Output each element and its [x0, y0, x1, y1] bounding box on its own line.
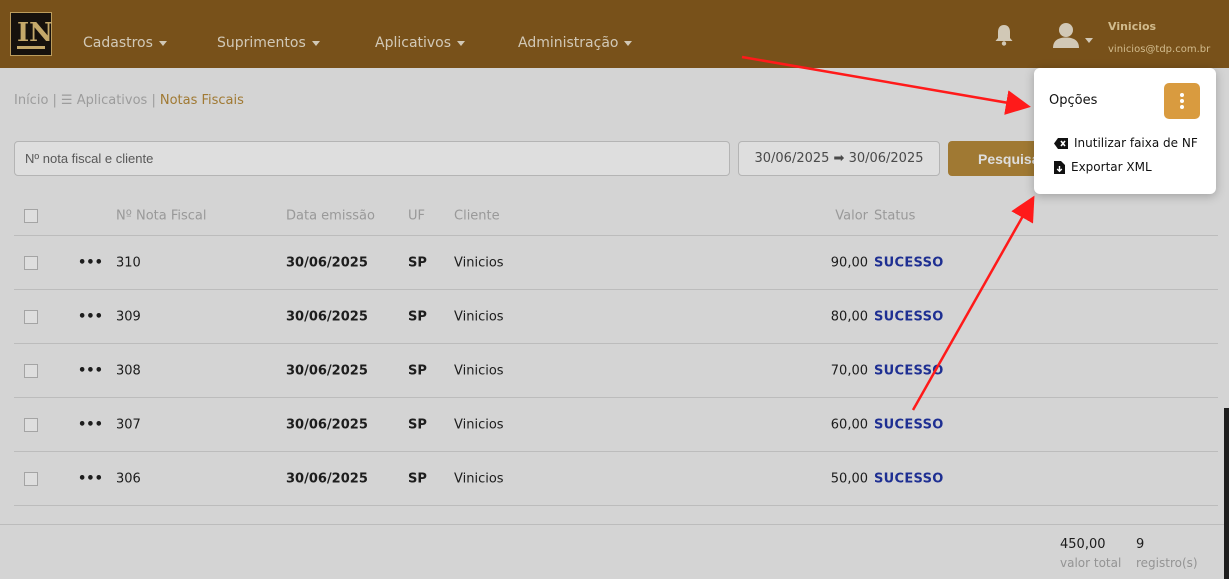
nav-item-suprimentos[interactable]: Suprimentos — [217, 35, 320, 51]
backspace-icon — [1054, 137, 1068, 149]
nav-item-label: Cadastros — [83, 35, 153, 51]
breadcrumb-apps[interactable]: ☰ Aplicativos | — [61, 93, 156, 108]
dropdown-title: Opções — [1049, 93, 1098, 108]
select-all-checkbox[interactable] — [24, 208, 38, 223]
row-menu-button[interactable]: ••• — [78, 471, 103, 486]
header-status[interactable]: Status — [874, 208, 915, 223]
file-download-icon — [1054, 160, 1065, 174]
cell-number: 310 — [116, 255, 141, 270]
nav-item-administracao[interactable]: Administração — [518, 35, 633, 51]
menu-item-label: Inutilizar faixa de NF — [1074, 136, 1198, 150]
status-badge: SUCESSO — [874, 417, 944, 432]
breadcrumb-home[interactable]: Início | — [14, 93, 57, 108]
cell-date: 30/06/2025 — [286, 255, 368, 270]
chevron-down-icon[interactable] — [1085, 38, 1093, 43]
chevron-down-icon — [158, 40, 167, 46]
kebab-dot — [1180, 105, 1184, 109]
menu-item-exportar-xml[interactable]: Exportar XML — [1054, 160, 1152, 174]
row-checkbox[interactable] — [24, 417, 38, 432]
bell-icon[interactable] — [994, 24, 1014, 46]
status-badge: SUCESSO — [874, 255, 944, 270]
record-count-label: registro(s) — [1136, 556, 1198, 570]
brand-logo[interactable]: IN — [10, 12, 53, 56]
user-name: Vinicios — [1108, 20, 1157, 33]
kebab-menu-button[interactable] — [1164, 83, 1200, 119]
kebab-dot — [1180, 93, 1184, 97]
cell-number: 307 — [116, 417, 141, 432]
row-menu-button[interactable]: ••• — [78, 363, 103, 378]
table-header: Nº Nota Fiscal Data emissão UF Cliente V… — [14, 196, 1218, 236]
cell-client: Vinicios — [454, 417, 504, 432]
menu-item-inutilizar-faixa[interactable]: Inutilizar faixa de NF — [1054, 136, 1198, 150]
breadcrumb-current: Notas Fiscais — [159, 93, 244, 108]
window-edge — [1224, 408, 1229, 579]
cell-date: 30/06/2025 — [286, 417, 368, 432]
breadcrumb: Início | ☰ Aplicativos | Notas Fiscais — [14, 93, 244, 108]
nav-item-label: Aplicativos — [375, 35, 452, 51]
table-row[interactable]: ••• 308 30/06/2025 SP Vinicios 70,00 SUC… — [14, 344, 1218, 398]
kebab-dot — [1180, 99, 1184, 103]
total-value: 450,00 — [1060, 537, 1106, 552]
cell-uf: SP — [408, 417, 427, 432]
table-row[interactable]: ••• 310 30/06/2025 SP Vinicios 90,00 SUC… — [14, 236, 1218, 290]
cell-uf: SP — [408, 471, 427, 486]
cell-value: 50,00 — [830, 471, 868, 486]
header-client[interactable]: Cliente — [454, 208, 500, 223]
search-input[interactable] — [14, 141, 730, 176]
status-badge: SUCESSO — [874, 471, 944, 486]
nav-item-aplicativos[interactable]: Aplicativos — [375, 35, 466, 51]
chevron-down-icon — [311, 40, 320, 46]
brand-logo-text: IN — [17, 18, 53, 48]
header-uf[interactable]: UF — [408, 208, 425, 223]
record-count: 9 — [1136, 537, 1145, 552]
chevron-down-icon — [457, 40, 466, 46]
row-checkbox[interactable] — [24, 309, 38, 324]
cell-date: 30/06/2025 — [286, 363, 368, 378]
row-checkbox[interactable] — [24, 363, 38, 378]
nav-item-label: Administração — [518, 35, 619, 51]
row-menu-button[interactable]: ••• — [78, 255, 103, 270]
cell-value: 70,00 — [830, 363, 868, 378]
cell-client: Vinicios — [454, 309, 504, 324]
row-checkbox[interactable] — [24, 255, 38, 270]
row-checkbox[interactable] — [24, 471, 38, 486]
brand-logo-bar — [17, 46, 45, 49]
invoices-table: Nº Nota Fiscal Data emissão UF Cliente V… — [14, 196, 1218, 506]
row-menu-button[interactable]: ••• — [78, 417, 103, 432]
header-date[interactable]: Data emissão — [286, 208, 375, 223]
date-range-picker[interactable]: 30/06/2025 ➡ 30/06/2025 — [738, 141, 940, 176]
options-dropdown: Opções Inutilizar faixa de NF Exportar X… — [1034, 68, 1216, 194]
cell-value: 90,00 — [830, 255, 868, 270]
cell-uf: SP — [408, 363, 427, 378]
header-value[interactable]: Valor — [835, 208, 868, 223]
cell-client: Vinicios — [454, 363, 504, 378]
user-avatar-icon[interactable] — [1051, 22, 1081, 48]
top-navbar: IN Cadastros Suprimentos Aplicativos Adm… — [0, 0, 1229, 68]
total-label: valor total — [1060, 556, 1122, 570]
cell-value: 80,00 — [830, 309, 868, 324]
row-menu-button[interactable]: ••• — [78, 309, 103, 324]
cell-number: 306 — [116, 471, 141, 486]
cell-uf: SP — [408, 255, 427, 270]
cell-client: Vinicios — [454, 471, 504, 486]
table-row[interactable]: ••• 306 30/06/2025 SP Vinicios 50,00 SUC… — [14, 452, 1218, 506]
chevron-down-icon — [624, 40, 633, 46]
menu-item-label: Exportar XML — [1071, 160, 1152, 174]
table-row[interactable]: ••• 307 30/06/2025 SP Vinicios 60,00 SUC… — [14, 398, 1218, 452]
cell-uf: SP — [408, 309, 427, 324]
nav-item-cadastros[interactable]: Cadastros — [83, 35, 167, 51]
cell-value: 60,00 — [830, 417, 868, 432]
user-email: vinicios@tdp.com.br — [1108, 44, 1211, 55]
table-row[interactable]: ••• 309 30/06/2025 SP Vinicios 80,00 SUC… — [14, 290, 1218, 344]
cell-client: Vinicios — [454, 255, 504, 270]
cell-number: 309 — [116, 309, 141, 324]
footer-divider — [0, 524, 1229, 525]
cell-date: 30/06/2025 — [286, 471, 368, 486]
nav-item-label: Suprimentos — [217, 35, 306, 51]
cell-date: 30/06/2025 — [286, 309, 368, 324]
cell-number: 308 — [116, 363, 141, 378]
status-badge: SUCESSO — [874, 363, 944, 378]
header-number[interactable]: Nº Nota Fiscal — [116, 208, 207, 223]
status-badge: SUCESSO — [874, 309, 944, 324]
